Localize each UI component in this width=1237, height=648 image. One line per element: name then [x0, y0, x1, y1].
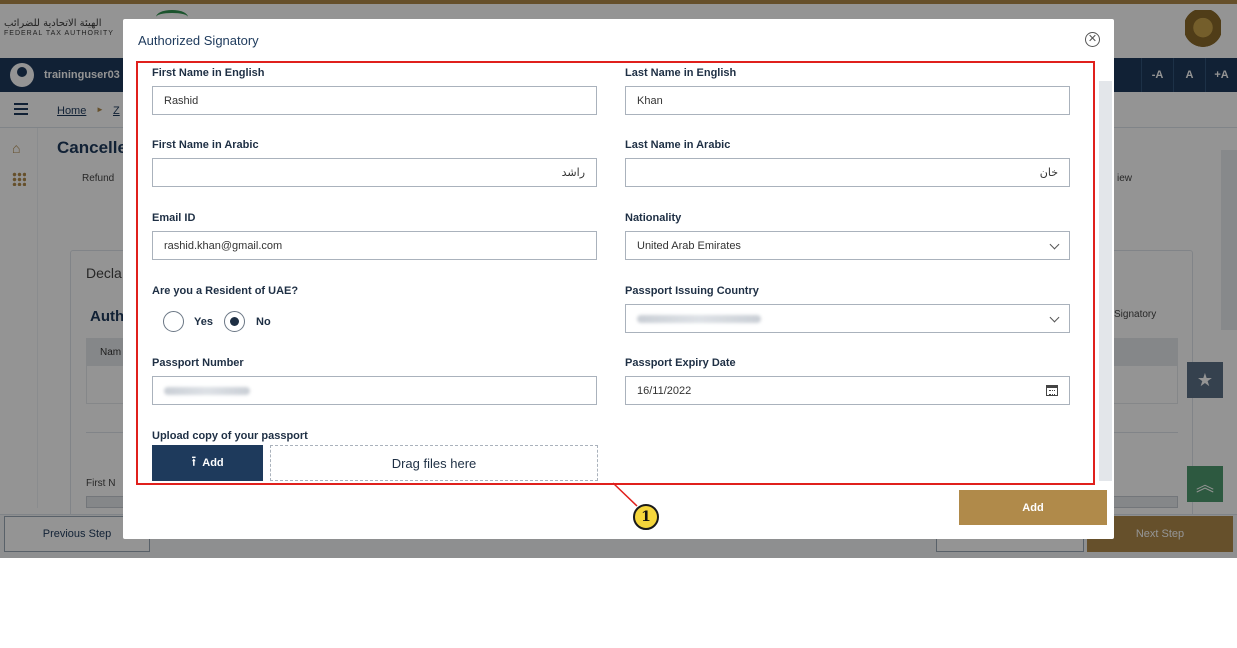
close-icon[interactable]: ✕ — [1085, 32, 1100, 47]
authorized-signatory-dialog: Authorized Signatory ✕ First Name in Eng… — [123, 19, 1114, 539]
annotation-marker-1: 1 — [633, 504, 659, 530]
dialog-title: Authorized Signatory — [138, 33, 259, 48]
annotation-highlight-box — [136, 61, 1095, 485]
screen: الهيئة الاتحادية للضرائب FEDERAL TAX AUT… — [0, 0, 1237, 648]
dialog-add-button[interactable]: Add — [959, 490, 1107, 525]
dialog-scrollbar[interactable] — [1099, 81, 1112, 481]
